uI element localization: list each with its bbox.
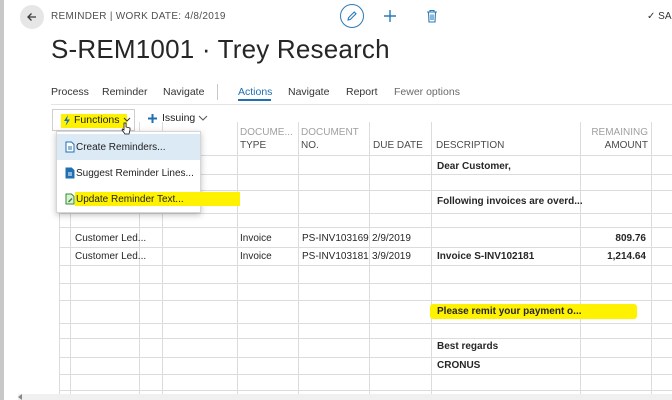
mouse-pointer-icon bbox=[121, 122, 131, 135]
line-due-date[interactable]: 3/9/2019 bbox=[372, 251, 411, 262]
grid-line bbox=[59, 247, 672, 248]
plus-icon bbox=[148, 113, 157, 123]
header-remaining-top: Remaining bbox=[591, 127, 648, 138]
line-type[interactable]: Customer Led... bbox=[75, 251, 146, 262]
menu-process[interactable]: Process bbox=[51, 86, 89, 98]
line-due-date[interactable]: 2/9/2019 bbox=[372, 233, 411, 244]
menu-item-create-reminders[interactable]: Create Reminders... bbox=[57, 134, 200, 160]
grid-line bbox=[59, 390, 672, 391]
grid-line bbox=[298, 122, 299, 400]
line-remaining-amount[interactable]: 809.76 bbox=[580, 233, 646, 244]
plus-icon bbox=[384, 10, 396, 22]
line-description[interactable]: Invoice S-INV102181 bbox=[437, 251, 534, 262]
document-edit-icon bbox=[65, 193, 75, 205]
lightning-icon bbox=[64, 115, 70, 126]
action-bar-divider bbox=[51, 104, 672, 105]
grid-line bbox=[59, 213, 672, 214]
grid-line bbox=[59, 374, 672, 375]
functions-label: Functions bbox=[74, 114, 120, 126]
back-button[interactable] bbox=[20, 5, 44, 29]
grid-line bbox=[59, 300, 672, 301]
grid-line bbox=[651, 122, 652, 400]
chevron-down-icon bbox=[198, 115, 208, 121]
grid-line bbox=[431, 122, 432, 400]
menu-navigate[interactable]: Navigate bbox=[163, 86, 204, 98]
grid-line bbox=[59, 227, 672, 228]
menu-item-label: Suggest Reminder Lines... bbox=[76, 167, 194, 179]
menu-item-label: Create Reminders... bbox=[76, 141, 166, 153]
line-remaining-amount[interactable]: 1,214.64 bbox=[580, 251, 646, 262]
pencil-icon bbox=[347, 11, 357, 21]
page: REMINDER | WORK DATE: 4/8/2019 ✓ SA S-RE… bbox=[6, 0, 672, 400]
line-description[interactable]: Best regards bbox=[437, 341, 498, 352]
menu-actions[interactable]: Actions bbox=[238, 86, 272, 98]
header-doc-no[interactable]: No. bbox=[301, 140, 319, 152]
header-due-date[interactable]: Due Date bbox=[373, 140, 423, 152]
menu-navigate-2[interactable]: Navigate bbox=[288, 86, 329, 98]
line-document-no[interactable]: PS-INV103181 bbox=[302, 251, 369, 262]
grid-line bbox=[59, 323, 672, 324]
line-document-type[interactable]: Invoice bbox=[240, 251, 272, 262]
delete-button[interactable] bbox=[426, 9, 438, 28]
header-doc-type-top: Docume... bbox=[240, 127, 293, 138]
grid-line bbox=[59, 283, 672, 284]
line-description[interactable]: Please remit your payment o... bbox=[437, 306, 582, 317]
grid-line bbox=[59, 265, 672, 266]
menu-report[interactable]: Report bbox=[346, 86, 378, 98]
document-icon bbox=[65, 167, 75, 179]
issuing-button[interactable]: Issuing bbox=[148, 112, 208, 124]
arrow-left-icon bbox=[27, 13, 36, 21]
grid-line bbox=[237, 122, 238, 400]
header-description[interactable]: Description bbox=[436, 140, 504, 152]
header-doc-type[interactable]: Type bbox=[240, 140, 266, 152]
left-edge bbox=[0, 0, 4, 400]
header-doc-no-top: Document bbox=[301, 127, 359, 138]
issuing-label: Issuing bbox=[162, 112, 196, 124]
grid-line bbox=[59, 357, 672, 358]
page-caption: REMINDER | WORK DATE: 4/8/2019 bbox=[51, 11, 226, 22]
edit-button[interactable] bbox=[340, 4, 364, 28]
active-tab-indicator bbox=[238, 99, 271, 101]
functions-menu: Create Reminders... Suggest Reminder Lin… bbox=[56, 131, 240, 213]
menu-divider bbox=[217, 84, 218, 100]
new-button[interactable] bbox=[383, 9, 397, 28]
trash-icon bbox=[427, 9, 437, 23]
line-document-type[interactable]: Invoice bbox=[240, 233, 272, 244]
menu-reminder[interactable]: Reminder bbox=[102, 86, 148, 98]
menu-item-label: Update Reminder Text... bbox=[76, 193, 184, 205]
line-description[interactable]: Dear Customer, bbox=[437, 161, 511, 172]
save-status: ✓ SA bbox=[647, 11, 672, 22]
horizontal-scrollbar[interactable] bbox=[18, 394, 672, 400]
page-title: S-REM1001 · Trey Research bbox=[51, 34, 390, 64]
line-document-no[interactable]: PS-INV103169 bbox=[302, 233, 369, 244]
grid-line bbox=[369, 122, 370, 400]
line-description[interactable]: CRONUS bbox=[437, 360, 480, 371]
scroll-left-arrow-icon[interactable] bbox=[18, 394, 22, 400]
header-remaining-amount[interactable]: Amount bbox=[580, 140, 648, 152]
menu-item-update-reminder-text[interactable]: Update Reminder Text... bbox=[57, 186, 240, 212]
menu-fewer-options[interactable]: Fewer options bbox=[394, 86, 460, 98]
menu-item-suggest-reminder-lines[interactable]: Suggest Reminder Lines... bbox=[57, 160, 200, 186]
line-description[interactable]: Following invoices are overd... bbox=[437, 196, 583, 207]
line-type[interactable]: Customer Led... bbox=[75, 233, 146, 244]
document-icon bbox=[65, 141, 75, 153]
grid-line bbox=[59, 338, 672, 339]
